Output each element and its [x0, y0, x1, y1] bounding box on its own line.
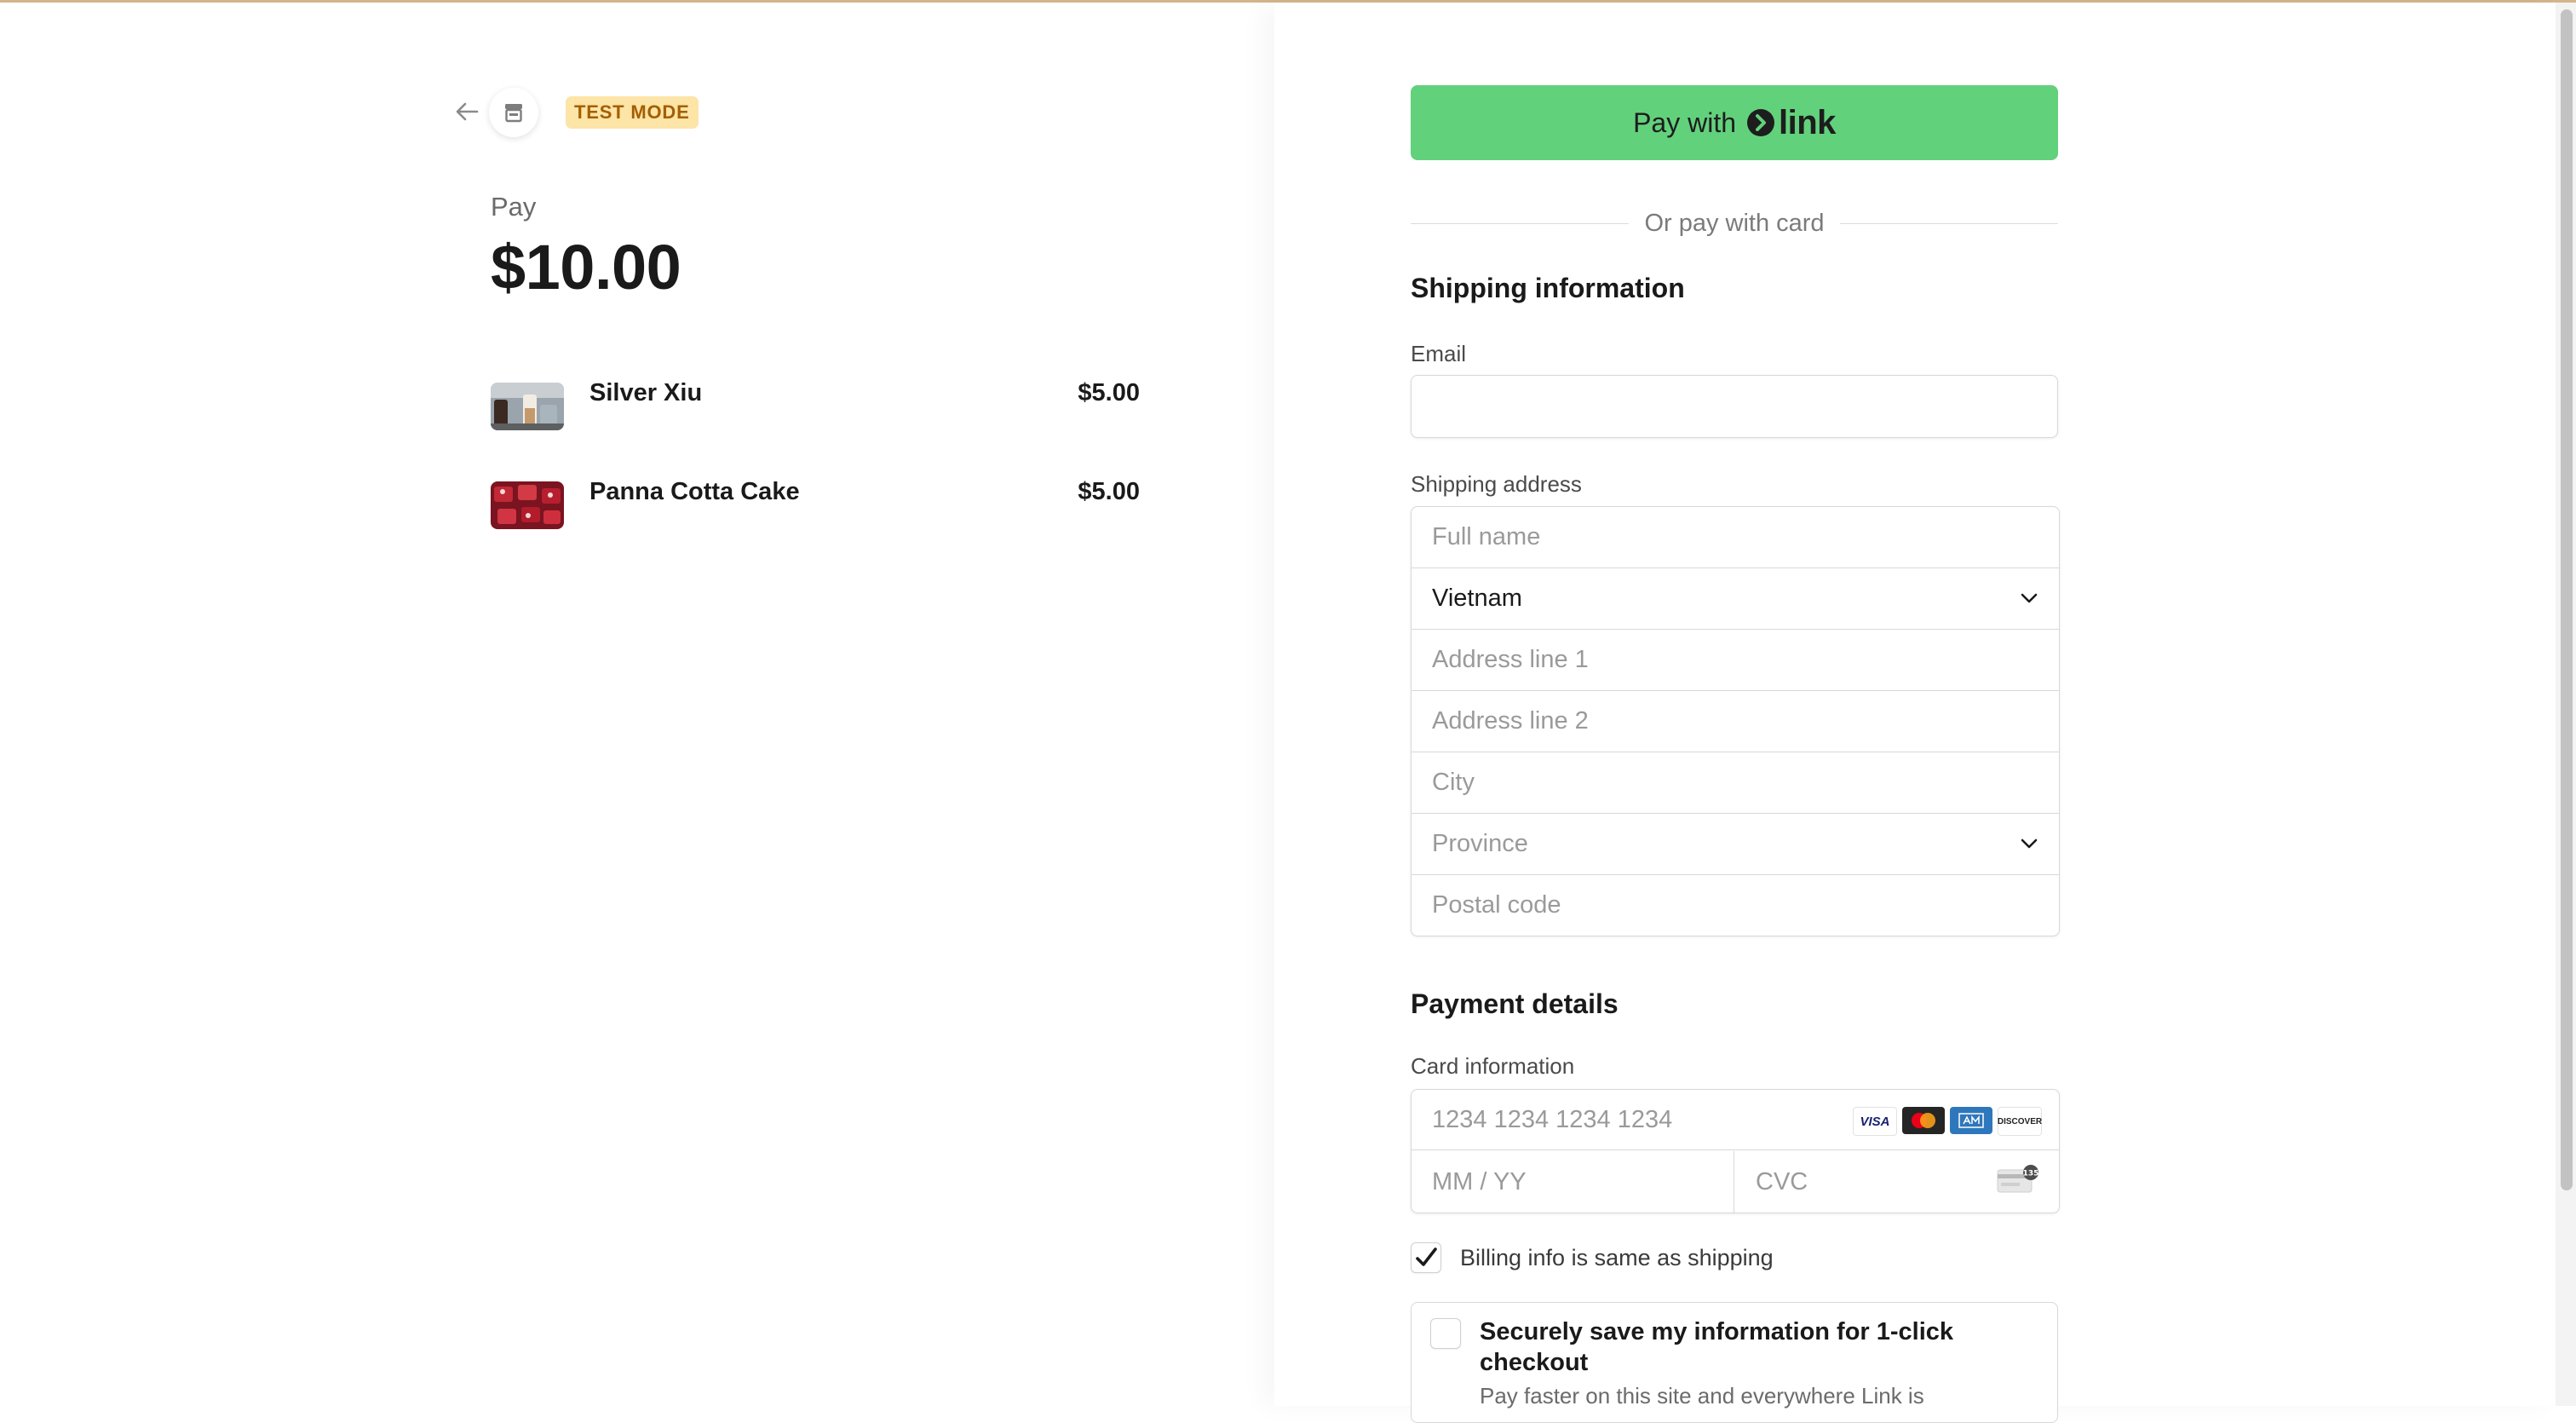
address-line-2-input[interactable]: Address line 2: [1412, 691, 2059, 752]
chevron-down-icon: [2021, 593, 2038, 603]
item-name: Silver Xiu: [589, 379, 703, 406]
save-info-checkbox[interactable]: [1430, 1318, 1461, 1349]
shipping-address-label: Shipping address: [1411, 471, 1582, 497]
payment-title: Payment details: [1411, 988, 1619, 1019]
or-pay-with-card-divider: Or pay with card: [1411, 206, 2059, 240]
product-image: [491, 383, 564, 430]
line-item: Silver Xiu $5.00: [491, 377, 1140, 430]
email-input[interactable]: [1411, 375, 2058, 438]
pay-label: Pay: [491, 192, 537, 222]
product-image: [491, 481, 564, 529]
checkbox[interactable]: [1411, 1242, 1441, 1273]
full-name-input[interactable]: Full name: [1412, 507, 2059, 568]
order-summary-panel: TEST MODE Pay $10.00 Silver Xiu $5.00 Pa…: [0, 3, 1274, 1406]
address-line-1-input[interactable]: Address line 1: [1412, 630, 2059, 691]
card-information-label: Card information: [1411, 1053, 1575, 1079]
save-info-title: Securely save my information for 1-click…: [1480, 1318, 1954, 1376]
item-price: $5.00: [1078, 379, 1140, 406]
svg-text:135: 135: [2023, 1170, 2039, 1178]
pay-with-link-label: Pay with: [1633, 107, 1737, 138]
email-label: Email: [1411, 341, 1467, 366]
link-logo: link: [1746, 104, 1836, 142]
chevron-down-icon: [2021, 838, 2038, 849]
billing-same-checkbox[interactable]: Billing info is same as shipping: [1411, 1242, 1774, 1273]
visa-icon: VISA: [1853, 1107, 1897, 1136]
line-item: Panna Cotta Cake $5.00: [491, 476, 1140, 529]
country-select[interactable]: Vietnam: [1412, 568, 2059, 630]
checkmark-icon: [1416, 1247, 1437, 1266]
province-placeholder: Province: [1432, 830, 1528, 857]
cvc-card-icon: 135: [1997, 1165, 2039, 1193]
item-price: $5.00: [1078, 478, 1140, 505]
postal-code-input[interactable]: Postal code: [1412, 875, 2059, 936]
store-icon: [505, 104, 522, 123]
shipping-title: Shipping information: [1411, 273, 1685, 303]
card-information-group: 1234 1234 1234 1234 VISA DISCOVER MM / Y…: [1411, 1089, 2060, 1213]
link-arrow-icon: [1747, 109, 1775, 136]
expiry-input[interactable]: MM / YY: [1412, 1151, 1734, 1213]
test-mode-badge: TEST MODE: [566, 96, 699, 129]
amex-icon: [1950, 1107, 1992, 1134]
total-amount: $10.00: [491, 232, 681, 302]
divider-text: Or pay with card: [1644, 209, 1825, 237]
province-select[interactable]: Province: [1412, 814, 2059, 875]
pay-with-link-button[interactable]: Pay with link: [1411, 85, 2058, 160]
cvc-placeholder: CVC: [1756, 1167, 1808, 1195]
arrow-left-icon: [456, 102, 479, 121]
shipping-address-group: Full name Vietnam Address line 1 Address…: [1411, 506, 2060, 936]
link-logo-text: link: [1779, 103, 1836, 141]
mastercard-icon: [1902, 1107, 1945, 1134]
save-info-box: Securely save my information for 1-click…: [1411, 1302, 2058, 1423]
scrollbar[interactable]: [2556, 3, 2576, 1406]
country-value: Vietnam: [1432, 585, 1522, 612]
card-number-placeholder: 1234 1234 1234 1234: [1432, 1105, 1673, 1133]
store-button[interactable]: [489, 88, 538, 137]
discover-icon: DISCOVER: [1998, 1107, 2042, 1136]
scrollbar-thumb[interactable]: [2561, 9, 2573, 1190]
billing-same-label: Billing info is same as shipping: [1460, 1244, 1774, 1270]
cvc-input[interactable]: CVC 135: [1735, 1151, 2059, 1213]
item-name: Panna Cotta Cake: [589, 478, 800, 505]
card-brands: VISA DISCOVER: [1853, 1107, 2042, 1136]
back-button[interactable]: [451, 98, 482, 125]
city-input[interactable]: City: [1412, 752, 2059, 814]
